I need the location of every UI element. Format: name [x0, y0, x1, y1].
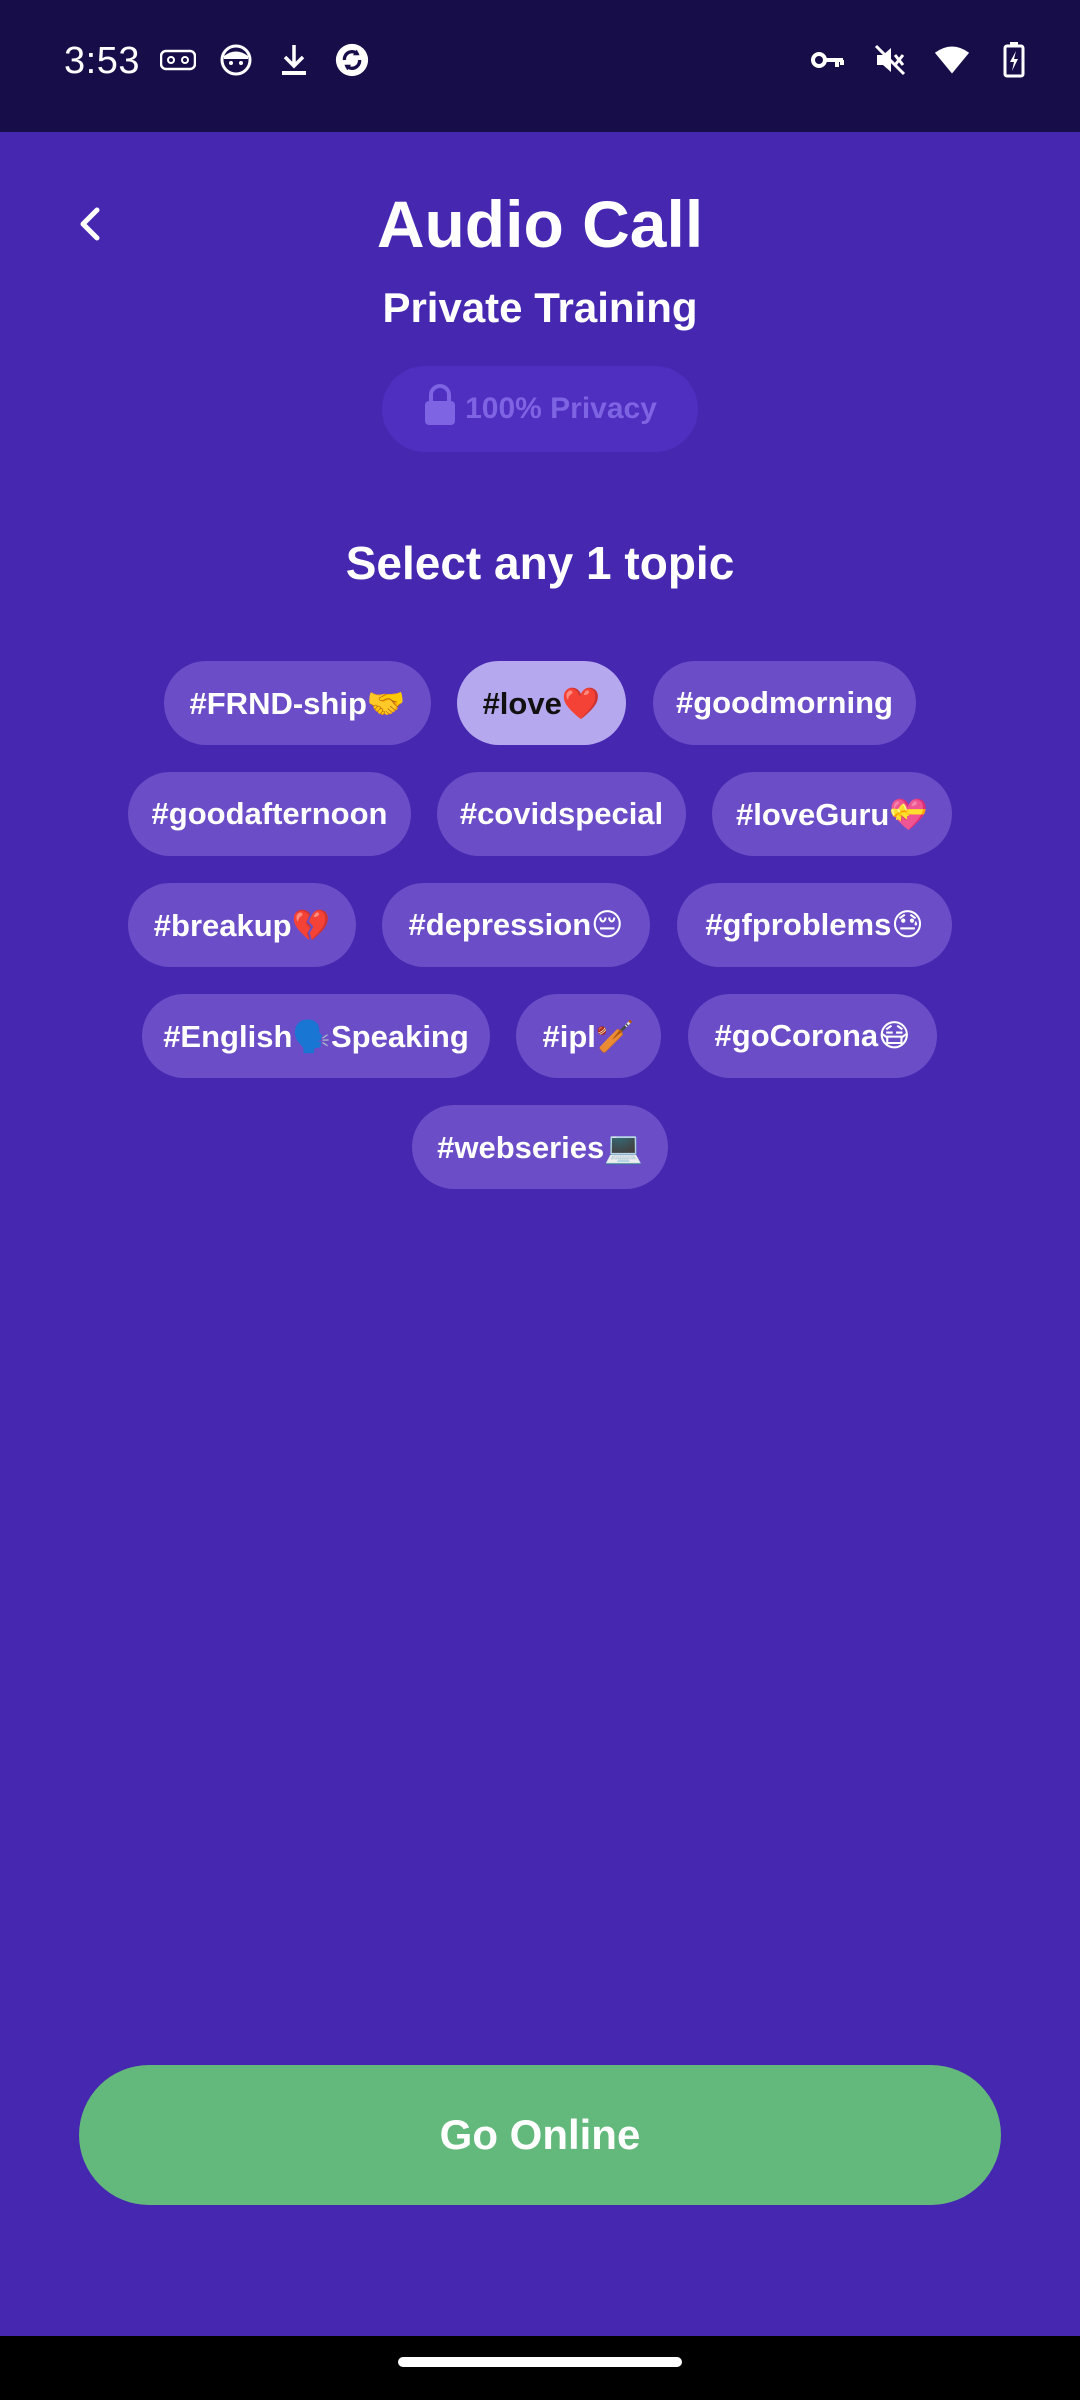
privacy-badge: 100% Privacy [382, 366, 698, 452]
home-gesture-handle[interactable] [398, 2357, 682, 2367]
download-icon [276, 42, 312, 78]
topic-label: #webseries💻 [437, 1129, 643, 1165]
page-title: Audio Call [376, 187, 704, 261]
topic-chip-loveguru[interactable]: #loveGuru💝 [712, 772, 952, 856]
lock-icon [423, 383, 457, 435]
topic-label: #English🗣️Speaking [163, 1018, 469, 1054]
key-icon [810, 42, 846, 78]
topic-chip-gfproblems[interactable]: #gfproblems😓 [677, 883, 952, 967]
topic-label: #covidspecial [459, 796, 664, 831]
topic-chip-breakup[interactable]: #breakup💔 [128, 883, 356, 967]
mute-icon [872, 42, 908, 78]
topic-label: #ipl🏏 [542, 1018, 635, 1054]
sync-icon [334, 42, 370, 78]
topic-chip-webseries[interactable]: #webseries💻 [412, 1105, 668, 1189]
status-time: 3:53 [64, 40, 140, 82]
topic-chip-goodmorning[interactable]: #goodmorning [653, 661, 916, 745]
go-online-button[interactable]: Go Online [79, 2065, 1001, 2205]
topic-label: #depression😔 [408, 907, 624, 942]
topic-chip-ipl[interactable]: #ipl🏏 [516, 994, 661, 1078]
tape-icon [160, 42, 196, 78]
topic-chip-goodafternoon[interactable]: #goodafternoon [128, 772, 411, 856]
page-subtitle: Private Training [382, 284, 698, 331]
status-right-icons [810, 42, 1032, 78]
topic-label: #goCorona😷 [714, 1018, 911, 1053]
status-bar: 3:53 [0, 0, 1080, 132]
topic-chip-english-speaking[interactable]: #English🗣️Speaking [142, 994, 490, 1078]
navigation-bar [0, 2336, 1080, 2400]
topic-chip-love[interactable]: #love❤️ [457, 661, 626, 745]
topic-label: #goodafternoon [151, 796, 388, 831]
topic-chip-depression[interactable]: #depression😔 [382, 883, 650, 967]
topic-chip-frnd-ship[interactable]: #FRND-ship🤝 [164, 661, 431, 745]
wifi-icon [934, 42, 970, 78]
face-icon [218, 42, 254, 78]
topic-label: #gfproblems😓 [705, 907, 924, 942]
topic-chip-gocorona[interactable]: #goCorona😷 [688, 994, 937, 1078]
topic-label: #loveGuru💝 [736, 796, 928, 832]
privacy-label: 100% Privacy [465, 392, 657, 425]
section-title: Select any 1 topic [345, 537, 735, 589]
topic-label: #FRND-ship🤝 [189, 685, 406, 721]
status-left-icons [160, 42, 370, 78]
topic-label: #love❤️ [482, 685, 601, 721]
topic-label: #goodmorning [676, 685, 893, 720]
battery-charging-icon [996, 42, 1032, 78]
topic-label: #breakup💔 [153, 907, 331, 943]
topic-chip-covidspecial[interactable]: #covidspecial [437, 772, 686, 856]
